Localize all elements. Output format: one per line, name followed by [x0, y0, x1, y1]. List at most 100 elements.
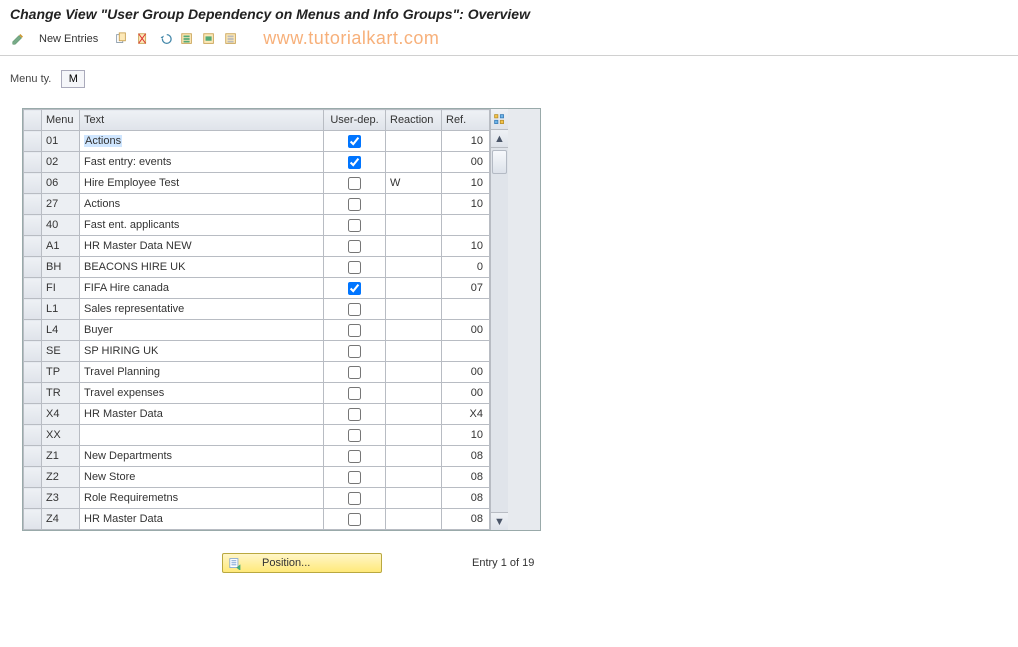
cell-userdep[interactable]	[324, 173, 386, 194]
cell-text[interactable]: Actions	[80, 131, 324, 152]
userdep-checkbox[interactable]	[348, 282, 361, 295]
cell-reaction[interactable]	[386, 446, 442, 467]
cell-menu[interactable]: Z4	[42, 509, 80, 530]
cell-userdep[interactable]	[324, 362, 386, 383]
cell-menu[interactable]: Z1	[42, 446, 80, 467]
col-header-userdep[interactable]: User-dep.	[324, 110, 386, 131]
userdep-checkbox[interactable]	[348, 198, 361, 211]
row-selector[interactable]	[24, 383, 42, 404]
cell-ref[interactable]: 07	[442, 278, 490, 299]
cell-text[interactable]: Travel expenses	[80, 383, 324, 404]
select-all-icon[interactable]	[177, 29, 197, 49]
deselect-all-icon[interactable]	[221, 29, 241, 49]
table-vertical-scrollbar[interactable]: ▲ ▼	[490, 109, 508, 530]
cell-text[interactable]: New Departments	[80, 446, 324, 467]
cell-ref[interactable]: 0	[442, 257, 490, 278]
cell-userdep[interactable]	[324, 488, 386, 509]
cell-userdep[interactable]	[324, 341, 386, 362]
cell-menu[interactable]: TP	[42, 362, 80, 383]
cell-reaction[interactable]	[386, 467, 442, 488]
cell-reaction[interactable]	[386, 320, 442, 341]
cell-menu[interactable]: Z3	[42, 488, 80, 509]
cell-menu[interactable]: 06	[42, 173, 80, 194]
cell-text[interactable]: Hire Employee Test	[80, 173, 324, 194]
row-selector[interactable]	[24, 509, 42, 530]
row-selector[interactable]	[24, 488, 42, 509]
cell-ref[interactable]: X4	[442, 404, 490, 425]
cell-ref[interactable]: 10	[442, 173, 490, 194]
cell-userdep[interactable]	[324, 299, 386, 320]
cell-ref[interactable]: 00	[442, 320, 490, 341]
col-header-ref[interactable]: Ref.	[442, 110, 490, 131]
row-selector[interactable]	[24, 173, 42, 194]
copy-icon[interactable]	[111, 29, 131, 49]
cell-ref[interactable]: 08	[442, 446, 490, 467]
cell-text[interactable]: Actions	[80, 194, 324, 215]
cell-userdep[interactable]	[324, 446, 386, 467]
cell-menu[interactable]: 01	[42, 131, 80, 152]
cell-text[interactable]: HR Master Data	[80, 509, 324, 530]
cell-userdep[interactable]	[324, 194, 386, 215]
cell-userdep[interactable]	[324, 278, 386, 299]
scroll-up-icon[interactable]: ▲	[491, 130, 508, 148]
cell-menu[interactable]: 02	[42, 152, 80, 173]
row-selector[interactable]	[24, 215, 42, 236]
col-header-menu[interactable]: Menu	[42, 110, 80, 131]
table-settings-icon[interactable]	[491, 109, 508, 130]
userdep-checkbox[interactable]	[348, 408, 361, 421]
cell-text[interactable]: Sales representative	[80, 299, 324, 320]
row-selector[interactable]	[24, 467, 42, 488]
cell-userdep[interactable]	[324, 152, 386, 173]
cell-text[interactable]: HR Master Data	[80, 404, 324, 425]
userdep-checkbox[interactable]	[348, 324, 361, 337]
cell-reaction[interactable]	[386, 488, 442, 509]
userdep-checkbox[interactable]	[348, 135, 361, 148]
cell-ref[interactable]: 00	[442, 362, 490, 383]
scroll-down-icon[interactable]: ▼	[491, 512, 508, 530]
row-selector[interactable]	[24, 236, 42, 257]
row-selector[interactable]	[24, 131, 42, 152]
row-selector[interactable]	[24, 278, 42, 299]
col-header-reaction[interactable]: Reaction	[386, 110, 442, 131]
cell-reaction[interactable]	[386, 194, 442, 215]
row-selector[interactable]	[24, 341, 42, 362]
select-block-icon[interactable]	[199, 29, 219, 49]
cell-menu[interactable]: BH	[42, 257, 80, 278]
cell-userdep[interactable]	[324, 467, 386, 488]
cell-ref[interactable]: 00	[442, 152, 490, 173]
cell-text[interactable]: Travel Planning	[80, 362, 324, 383]
cell-text[interactable]: New Store	[80, 467, 324, 488]
cell-ref[interactable]	[442, 299, 490, 320]
cell-menu[interactable]: Z2	[42, 467, 80, 488]
cell-userdep[interactable]	[324, 131, 386, 152]
cell-text[interactable]: BEACONS HIRE UK	[80, 257, 324, 278]
cell-userdep[interactable]	[324, 425, 386, 446]
userdep-checkbox[interactable]	[348, 303, 361, 316]
cell-reaction[interactable]	[386, 299, 442, 320]
cell-menu[interactable]: SE	[42, 341, 80, 362]
cell-text[interactable]: SP HIRING UK	[80, 341, 324, 362]
cell-ref[interactable]: 10	[442, 236, 490, 257]
cell-userdep[interactable]	[324, 383, 386, 404]
userdep-checkbox[interactable]	[348, 450, 361, 463]
cell-menu[interactable]: TR	[42, 383, 80, 404]
cell-ref[interactable]: 08	[442, 509, 490, 530]
cell-reaction[interactable]	[386, 215, 442, 236]
cell-ref[interactable]: 10	[442, 194, 490, 215]
cell-reaction[interactable]	[386, 341, 442, 362]
userdep-checkbox[interactable]	[348, 387, 361, 400]
userdep-checkbox[interactable]	[348, 219, 361, 232]
row-selector[interactable]	[24, 299, 42, 320]
cell-text[interactable]	[80, 425, 324, 446]
cell-userdep[interactable]	[324, 320, 386, 341]
cell-reaction[interactable]	[386, 152, 442, 173]
undo-icon[interactable]	[155, 29, 175, 49]
cell-ref[interactable]: 08	[442, 467, 490, 488]
toggle-change-icon[interactable]	[8, 29, 28, 49]
cell-menu[interactable]: X4	[42, 404, 80, 425]
cell-reaction[interactable]	[386, 509, 442, 530]
cell-text[interactable]: Fast ent. applicants	[80, 215, 324, 236]
new-entries-button[interactable]: New Entries	[32, 30, 105, 48]
cell-userdep[interactable]	[324, 215, 386, 236]
cell-reaction[interactable]	[386, 257, 442, 278]
